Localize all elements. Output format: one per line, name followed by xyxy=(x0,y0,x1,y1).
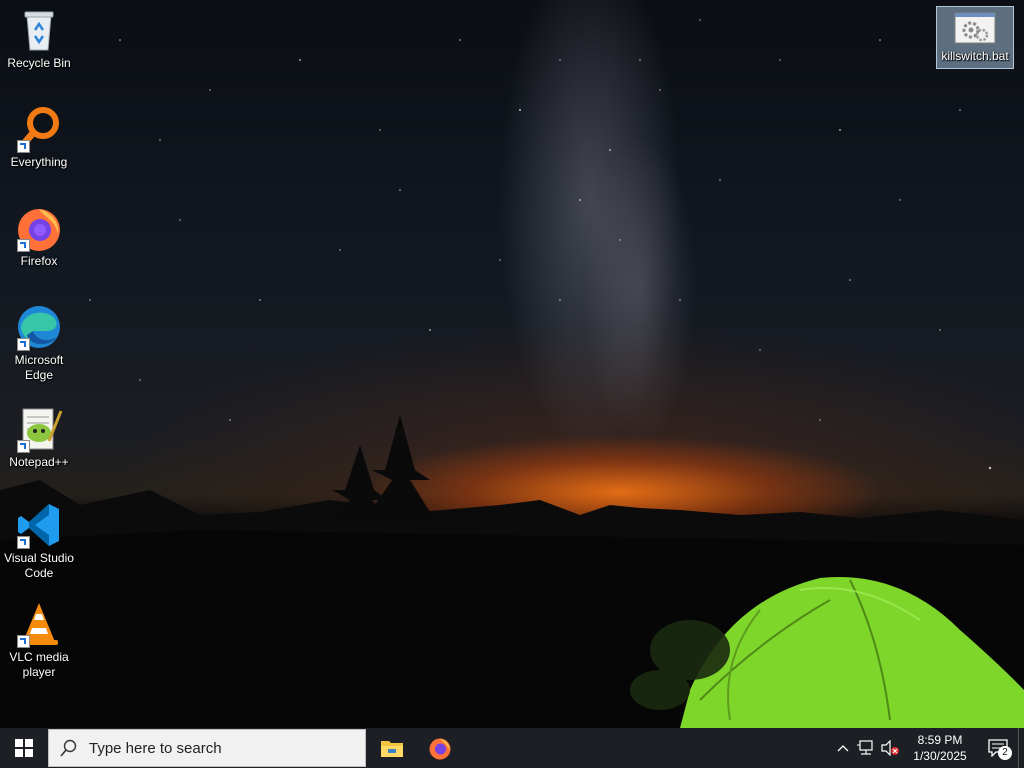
taskbar: Type here to search 8:59 PM 1/30/2025 2 xyxy=(0,728,1024,768)
chevron-up-icon xyxy=(837,745,849,752)
search-placeholder: Type here to search xyxy=(89,739,222,757)
action-center-button[interactable]: 2 xyxy=(978,728,1018,768)
taskbar-clock[interactable]: 8:59 PM 1/30/2025 xyxy=(908,732,972,764)
windows-logo-icon xyxy=(15,739,33,757)
pine-trees xyxy=(325,415,435,525)
desktop-icon-label: killswitch.bat xyxy=(941,49,1009,63)
volume-muted-icon xyxy=(881,740,899,756)
desktop-icon-microsoft-edge[interactable]: Microsoft Edge xyxy=(0,303,78,383)
desktop-icon-label: Recycle Bin xyxy=(7,56,71,70)
desktop-icon-notepad-plus-plus[interactable]: Notepad++ xyxy=(0,405,78,470)
stars xyxy=(89,19,992,470)
network-icon xyxy=(857,740,873,755)
wallpaper-scene xyxy=(0,19,1024,728)
vscode-icon xyxy=(15,501,63,549)
search-icon xyxy=(49,739,89,757)
system-tray: 8:59 PM 1/30/2025 2 xyxy=(832,728,1024,768)
edge-icon xyxy=(15,303,63,351)
taskbar-search-box[interactable]: Type here to search xyxy=(48,729,366,767)
taskbar-firefox[interactable] xyxy=(416,728,464,768)
notepad-plus-plus-icon xyxy=(15,405,63,453)
show-hidden-icons-button[interactable] xyxy=(832,728,854,768)
desktop-icon-everything[interactable]: Everything xyxy=(0,105,78,170)
desktop-icon-label: Visual Studio Code xyxy=(4,551,74,580)
show-desktop-button[interactable] xyxy=(1018,728,1024,768)
batch-file-icon xyxy=(953,11,997,47)
shortcut-arrow-icon xyxy=(17,239,30,252)
vlc-icon xyxy=(15,600,63,648)
desktop-icon-killswitch-bat[interactable]: killswitch.bat xyxy=(936,6,1014,69)
desktop-icon-recycle-bin[interactable]: Recycle Bin xyxy=(0,6,78,71)
network-status-button[interactable] xyxy=(854,728,878,768)
firefox-icon xyxy=(15,204,63,252)
desktop-wallpaper xyxy=(0,0,1024,728)
desktop-icon-label: Firefox xyxy=(20,254,58,268)
shortcut-arrow-icon xyxy=(17,140,30,153)
desktop-icon-firefox[interactable]: Firefox xyxy=(0,204,78,269)
desktop-icon-label: Notepad++ xyxy=(9,455,69,469)
shortcut-arrow-icon xyxy=(17,338,30,351)
shortcut-arrow-icon xyxy=(17,440,30,453)
taskbar-file-explorer[interactable] xyxy=(368,728,416,768)
notification-count-badge: 2 xyxy=(998,746,1012,760)
everything-search-icon xyxy=(15,105,63,153)
volume-button[interactable] xyxy=(878,728,902,768)
desktop-icon-vlc-media-player[interactable]: VLC media player xyxy=(0,600,78,680)
clock-time: 8:59 PM xyxy=(917,733,963,747)
start-button[interactable] xyxy=(0,728,48,768)
folder-icon xyxy=(381,741,403,757)
shortcut-arrow-icon xyxy=(17,635,30,648)
desktop-icon-label: Microsoft Edge xyxy=(14,353,64,382)
recycle-bin-icon xyxy=(15,6,63,54)
shortcut-arrow-icon xyxy=(17,536,30,549)
firefox-icon xyxy=(429,738,451,760)
desktop-icon-label: VLC media player xyxy=(9,650,69,679)
clock-date: 1/30/2025 xyxy=(913,749,967,763)
desktop-icon-visual-studio-code[interactable]: Visual Studio Code xyxy=(0,501,78,581)
desktop-icon-label: Everything xyxy=(10,155,68,169)
